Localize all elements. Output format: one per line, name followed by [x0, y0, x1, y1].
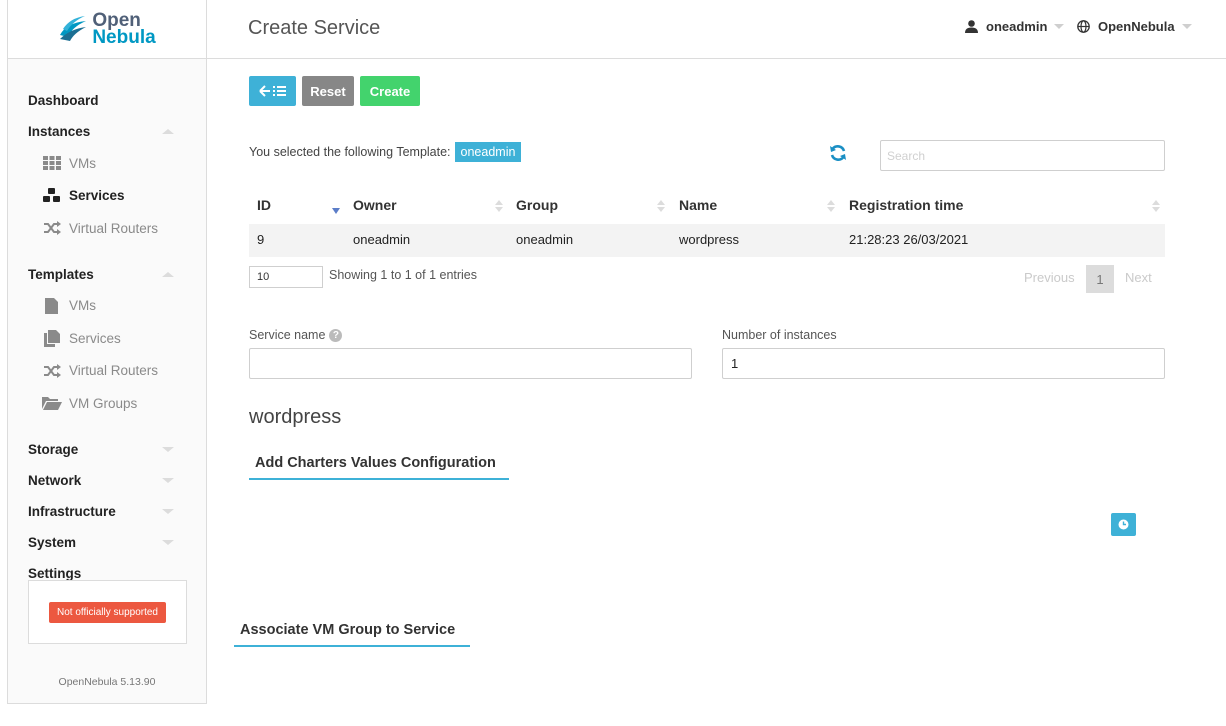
schedule-button[interactable] [1111, 513, 1136, 536]
sidebar-item-templates-virtual-routers[interactable]: Virtual Routers [8, 355, 206, 388]
clock-icon [1118, 519, 1129, 530]
pagination-next[interactable]: Next [1125, 270, 1152, 285]
sidebar-item-templates-vm-groups[interactable]: VM Groups [8, 387, 206, 420]
user-menu[interactable]: oneadmin [965, 19, 1065, 34]
expand-caret-icon [162, 508, 174, 514]
instances-label: Number of instances [722, 328, 837, 342]
instances-input[interactable] [722, 348, 1165, 379]
column-header-registration-time[interactable]: Registration time [849, 197, 963, 213]
files-icon [42, 329, 62, 347]
service-name-label-text: Service name [249, 328, 326, 342]
sidebar-item-templates-services[interactable]: Services [8, 322, 206, 355]
sidebar-item-label: Infrastructure [28, 503, 116, 519]
sidebar-item-templates-vms[interactable]: VMs [8, 290, 206, 323]
random-icon [42, 221, 62, 236]
sidebar-item-network[interactable]: Network [8, 465, 206, 496]
table-info: Showing 1 to 1 of 1 entries [329, 268, 478, 282]
sidebar-item-system[interactable]: System [8, 527, 206, 558]
help-icon[interactable]: ? [329, 328, 343, 342]
table-row[interactable]: 9 oneadmin oneadmin wordpress 21:28:23 2… [249, 224, 1165, 257]
pagination-page[interactable]: 1 [1086, 265, 1114, 293]
back-button[interactable] [249, 76, 296, 106]
sidebar-item-label: VM Groups [69, 395, 138, 411]
sidebar-item-label: Storage [28, 441, 79, 457]
support-box: Not officially supported [28, 580, 187, 644]
sidebar-item-label: Instances [28, 124, 91, 139]
sidebar-item-label: System [28, 534, 77, 550]
vm-group-section[interactable]: Associate VM Group to Service [234, 622, 470, 647]
selected-template-label: oneadmin [454, 142, 522, 162]
sidebar-item-templates[interactable]: Templates [8, 259, 206, 290]
random-icon [42, 363, 62, 378]
column-header-group[interactable]: Group [516, 197, 558, 213]
sidebar-item-instances-virtual-routers[interactable]: Virtual Routers [8, 212, 206, 245]
search-input[interactable] [880, 140, 1165, 171]
back-list-icon [258, 85, 286, 97]
sidebar-item-label: Virtual Routers [69, 363, 159, 379]
column-header-owner[interactable]: Owner [353, 197, 397, 213]
cell-id: 9 [257, 232, 265, 247]
pagination-previous[interactable]: Previous [1024, 270, 1075, 285]
user-name: oneadmin [986, 19, 1048, 34]
zone-menu[interactable]: OpenNebula [1077, 19, 1192, 34]
collapse-caret-icon [162, 271, 174, 277]
chevron-down-icon [1181, 24, 1192, 29]
sidebar-item-infrastructure[interactable]: Infrastructure [8, 496, 206, 527]
sidebar-menu: Dashboard Instances VMs Services Virtual… [8, 59, 206, 589]
table-header: ID Owner Group Name Registration time [249, 190, 1165, 222]
service-name-label: Service name ? [249, 328, 343, 342]
user-icon [965, 20, 978, 33]
sidebar-item-label: Virtual Routers [69, 220, 159, 236]
cell-group: oneadmin [516, 232, 574, 247]
sidebar-item-label: Templates [28, 266, 94, 282]
cell-registration-time: 21:28:23 26/03/2021 [849, 232, 969, 247]
sidebar-item-label: Services [69, 330, 121, 346]
refresh-button[interactable] [829, 144, 847, 165]
version-label: OpenNebula 5.13.90 [58, 676, 156, 688]
opennebula-logo-icon [60, 16, 87, 41]
logo-line2: Nebula [92, 27, 156, 48]
refresh-icon [830, 145, 846, 161]
collapse-caret-icon [162, 129, 174, 134]
not-supported-badge: Not officially supported [49, 601, 166, 623]
expand-caret-icon [162, 477, 174, 483]
expand-caret-icon [162, 446, 174, 452]
sidebar-item-label: VMs [69, 298, 96, 314]
cubes-icon [42, 188, 62, 203]
cell-owner: oneadmin [353, 232, 411, 247]
sidebar-item-label: VMs [69, 155, 96, 171]
service-name-input[interactable] [249, 348, 692, 379]
zone-name: OpenNebula [1098, 19, 1175, 34]
sidebar-item-instances-services[interactable]: Services [8, 180, 206, 213]
template-name-heading: wordpress [249, 406, 342, 428]
page-length-select[interactable]: 10 [249, 266, 323, 288]
cell-name: wordpress [679, 232, 739, 247]
sidebar: Open Nebula Dashboard Instances VMs Serv… [7, 0, 207, 704]
reset-button[interactable]: Reset [302, 76, 354, 106]
expand-caret-icon [162, 539, 174, 545]
sidebar-item-storage[interactable]: Storage [8, 434, 206, 465]
chevron-down-icon [1054, 24, 1065, 29]
charters-config-section[interactable]: Add Charters Values Configuration [249, 455, 509, 480]
templates-table: ID Owner Group Name Registration time 9 … [249, 190, 1165, 257]
sidebar-item-dashboard[interactable]: Dashboard [8, 85, 206, 116]
page-title: Create Service [248, 17, 381, 39]
template-selection-line: You selected the following Template: one… [249, 142, 522, 162]
column-header-name[interactable]: Name [679, 197, 717, 213]
folder-open-icon [42, 396, 62, 411]
grid-icon [42, 156, 62, 171]
file-icon [42, 297, 62, 314]
sidebar-item-instances[interactable]: Instances [8, 116, 206, 147]
logo[interactable]: Open Nebula [8, 0, 206, 59]
template-selection-text: You selected the following Template: [249, 145, 451, 159]
globe-icon [1077, 20, 1090, 33]
create-button[interactable]: Create [360, 76, 420, 106]
column-header-id[interactable]: ID [257, 197, 271, 213]
header: Create Service oneadmin OpenNebula [207, 0, 1226, 59]
sidebar-item-instances-vms[interactable]: VMs [8, 147, 206, 180]
sidebar-item-label: Network [28, 472, 82, 488]
sidebar-item-label: Services [69, 188, 125, 204]
sort-desc-icon [332, 208, 340, 214]
